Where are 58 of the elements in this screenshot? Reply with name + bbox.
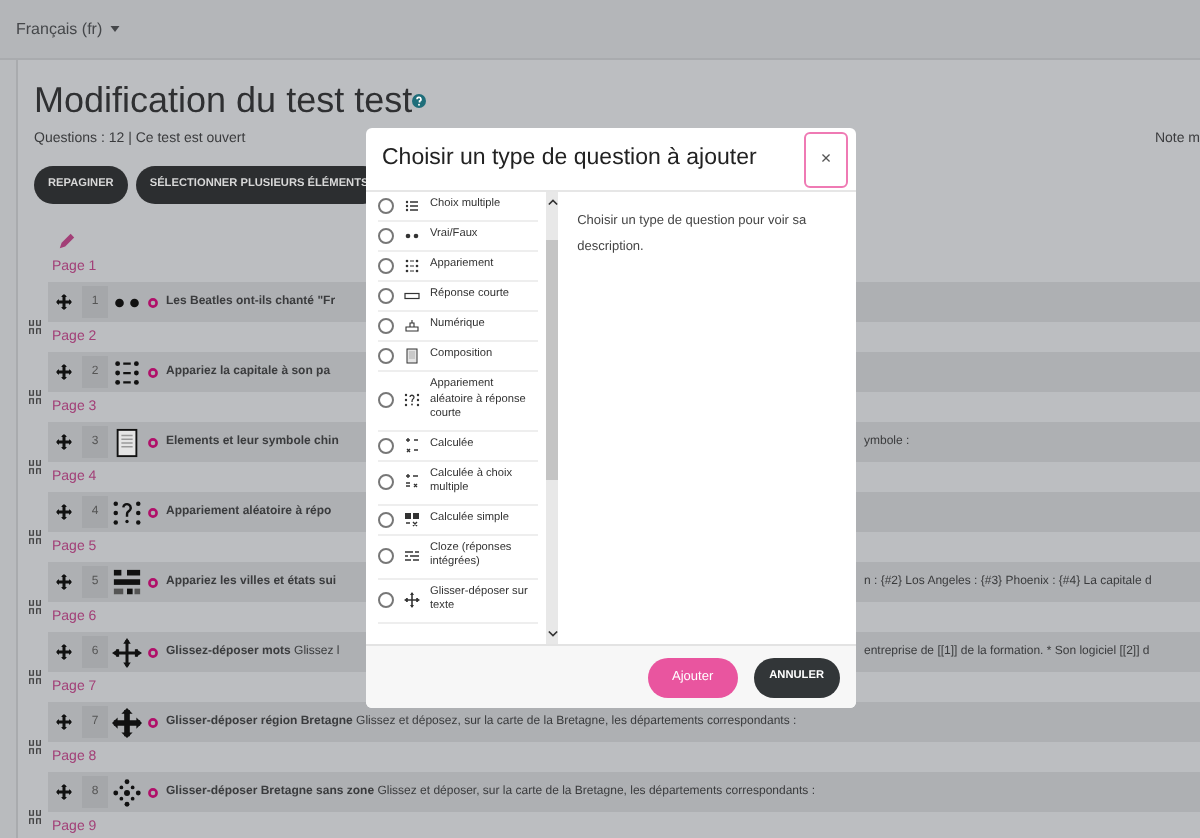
radio-button[interactable] xyxy=(378,474,394,490)
move-icon[interactable] xyxy=(56,504,72,520)
page-break-icon[interactable] xyxy=(28,810,42,824)
help-icon[interactable] xyxy=(412,93,427,107)
input-box-icon xyxy=(404,288,420,304)
language-menu[interactable]: Français (fr) xyxy=(16,17,121,41)
question-dots-icon xyxy=(111,497,141,527)
modal-title: Choisir un type de question à ajouter xyxy=(382,143,757,174)
move-icon[interactable] xyxy=(56,294,72,310)
blocks-icon xyxy=(111,567,141,597)
close-button[interactable]: × xyxy=(804,131,848,187)
document-icon xyxy=(111,427,141,457)
radio-button[interactable] xyxy=(378,592,394,608)
move-icon[interactable] xyxy=(56,644,72,660)
formula-icon xyxy=(404,474,420,490)
radio-button[interactable] xyxy=(378,548,394,564)
pencil-icon[interactable] xyxy=(58,232,76,251)
dot-grid-icon xyxy=(111,357,141,387)
page-break-icon[interactable] xyxy=(28,530,42,544)
radio-button[interactable] xyxy=(378,288,394,304)
formula-icon xyxy=(404,511,420,527)
scroll-up-icon[interactable] xyxy=(547,198,558,206)
radio-button[interactable] xyxy=(378,318,394,334)
formula-icon xyxy=(404,437,420,453)
scroll-down-icon[interactable] xyxy=(547,630,558,638)
move-icon[interactable] xyxy=(56,784,72,800)
page-break-icon[interactable] xyxy=(28,600,42,614)
arrows-cross-icon xyxy=(404,592,420,608)
stack-icon xyxy=(404,318,420,334)
page-break-icon[interactable] xyxy=(28,740,42,754)
move-icon[interactable] xyxy=(56,434,72,450)
radio-button[interactable] xyxy=(378,511,394,527)
two-dots-icon xyxy=(404,228,420,244)
question-dots-icon xyxy=(404,392,420,409)
page-break-icon[interactable] xyxy=(28,390,42,404)
radio-button[interactable] xyxy=(378,348,394,364)
radio-button[interactable] xyxy=(378,258,394,274)
dots-cross-icon xyxy=(111,777,141,807)
radio-button[interactable] xyxy=(378,198,394,214)
scrollbar[interactable] xyxy=(545,192,558,644)
list-icon xyxy=(404,198,420,214)
move-icon[interactable] xyxy=(56,364,72,380)
caret-icon xyxy=(110,26,121,32)
dot-grid-icon xyxy=(404,258,420,274)
page-break-icon[interactable] xyxy=(28,670,42,684)
radio-button[interactable] xyxy=(378,437,394,453)
move-icon[interactable] xyxy=(56,574,72,590)
page-break-icon[interactable] xyxy=(28,460,42,474)
radio-button[interactable] xyxy=(378,392,394,409)
page-break-icon[interactable] xyxy=(28,320,42,334)
radio-button[interactable] xyxy=(378,228,394,244)
document-icon xyxy=(404,348,420,364)
page-title: Modification du test test xyxy=(34,80,413,120)
scrollbar-thumb[interactable] xyxy=(545,240,558,480)
lines-icon xyxy=(404,548,420,564)
arrows-cross-icon xyxy=(111,707,141,737)
arrows-cross-icon xyxy=(111,637,141,667)
move-icon[interactable] xyxy=(56,714,72,730)
